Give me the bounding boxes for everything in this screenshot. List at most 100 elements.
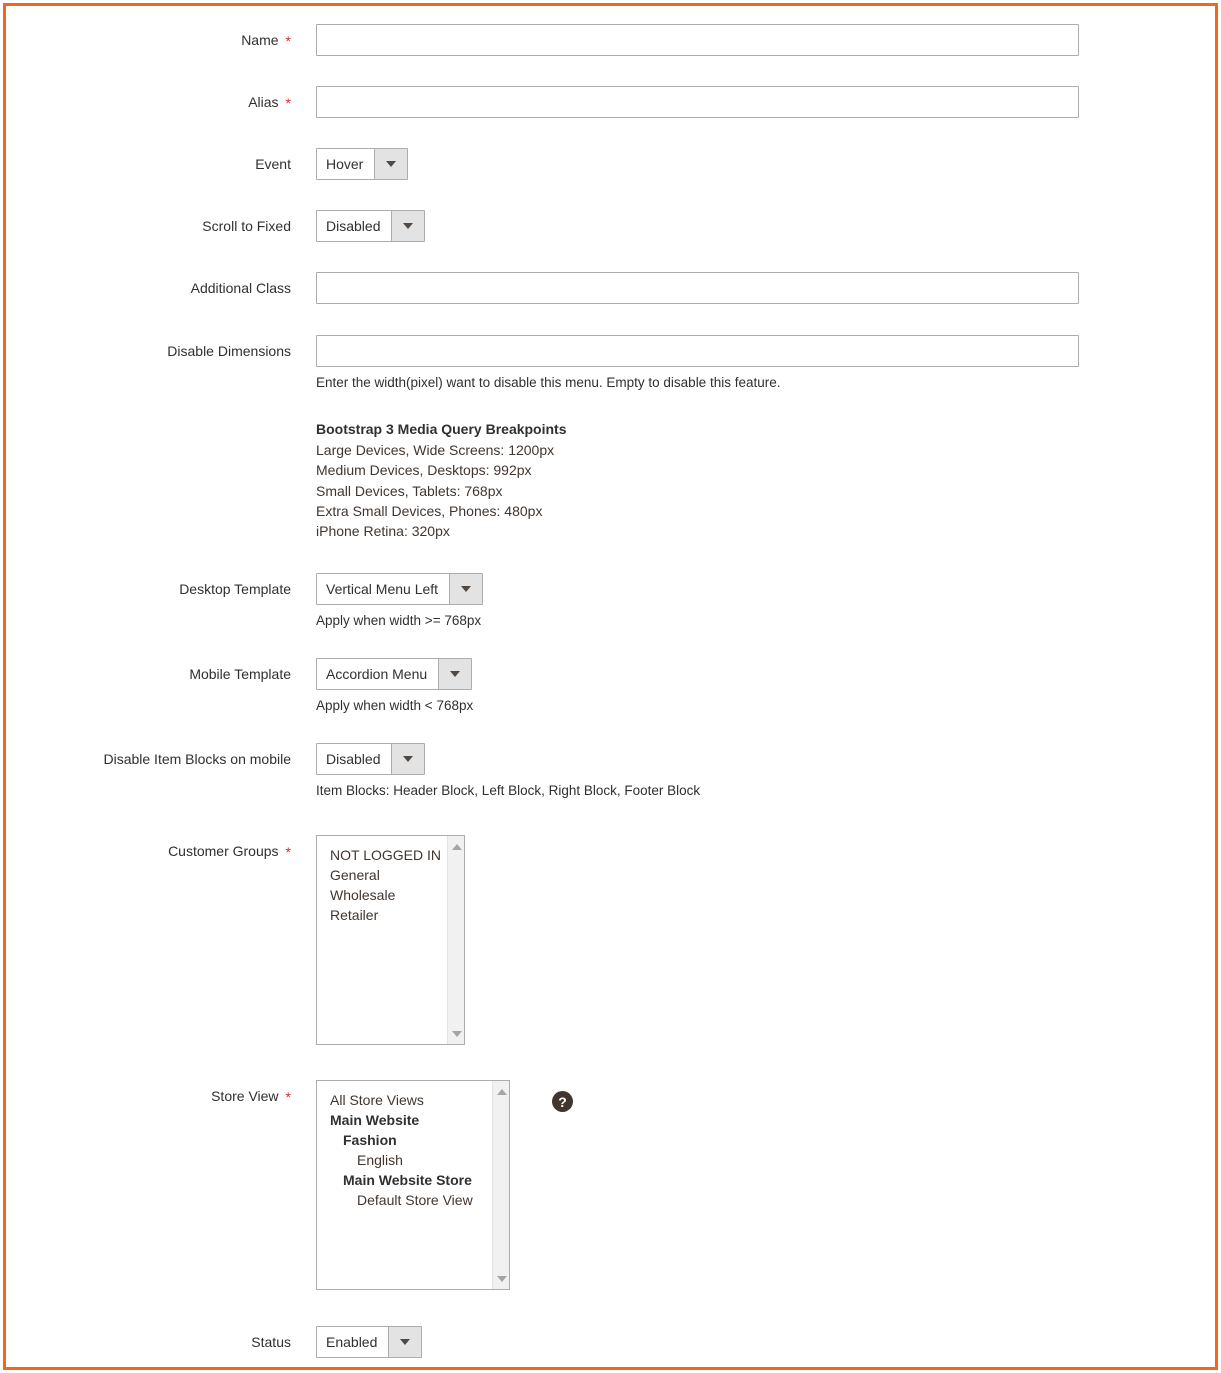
label-event: Event (6, 148, 291, 174)
desktop-template-select[interactable]: Vertical Menu Left (316, 572, 484, 605)
label-disable-dimensions-text: Disable Dimensions (167, 343, 291, 359)
scroll-up-arrow-icon[interactable] (448, 838, 464, 855)
disable-item-blocks-note: Item Blocks: Header Block, Left Block, R… (316, 783, 701, 799)
event-select-value: Hover (317, 149, 375, 179)
chevron-down-icon[interactable] (391, 744, 425, 775)
required-asterisk-customer-groups: * (285, 844, 291, 861)
label-disable-item-blocks: Disable Item Blocks on mobile (6, 743, 291, 769)
alias-input[interactable] (316, 86, 1079, 118)
additional-class-input[interactable] (316, 272, 1079, 304)
customer-groups-scrollbar[interactable] (447, 836, 464, 1045)
breakpoint-line: iPhone Retina: 320px (316, 523, 450, 540)
desktop-template-note: Apply when width >= 768px (316, 612, 482, 628)
required-asterisk-store-view: * (285, 1089, 291, 1106)
label-customer-groups: Customer Groups * (6, 835, 291, 861)
page-frame: Name * Alias * Event Hover Scroll to Fix… (3, 3, 1218, 1370)
field-row-store-view: Store View * All Store Views Main Website… (6, 1080, 1215, 1291)
label-event-text: Event (255, 156, 291, 172)
customer-groups-options: NOT LOGGED IN General Wholesale Retailer (317, 836, 446, 1044)
disable-dimensions-input[interactable] (316, 335, 1079, 367)
control-disable-item-blocks: Disabled Item Blocks: Header Block, Left… (291, 743, 1215, 801)
scroll-down-arrow-icon[interactable] (448, 1025, 464, 1042)
control-desktop-template: Vertical Menu Left Apply when width >= 7… (291, 572, 1215, 631)
label-desktop-template-text: Desktop Template (179, 580, 291, 597)
control-name (291, 24, 1215, 56)
disable-item-blocks-select[interactable]: Disabled (316, 743, 426, 776)
chevron-down-icon[interactable] (449, 573, 483, 604)
field-row-status: Status Enabled (6, 1326, 1215, 1359)
mobile-template-select[interactable]: Accordion Menu (316, 657, 473, 690)
disable-dimensions-note: Enter the width(pixel) want to disable t… (316, 375, 781, 390)
status-select[interactable]: Enabled (316, 1326, 423, 1359)
field-row-name: Name * (6, 24, 1215, 56)
field-row-alias: Alias * (6, 86, 1215, 118)
list-item[interactable]: Default Store View (330, 1190, 491, 1210)
required-asterisk-name: * (285, 33, 291, 49)
field-row-customer-groups: Customer Groups * NOT LOGGED IN General W… (6, 835, 1215, 1046)
list-item[interactable]: English (330, 1150, 491, 1170)
breakpoints-info: Bootstrap 3 Media Query Breakpoints Larg… (316, 419, 1215, 542)
breakpoint-line: Large Devices, Wide Screens: 1200px (316, 442, 555, 459)
label-name-text: Name (241, 32, 279, 48)
list-item[interactable]: Main Website (330, 1110, 491, 1130)
store-view-scrollbar[interactable] (492, 1081, 509, 1290)
list-item[interactable]: NOT LOGGED IN (330, 845, 446, 865)
control-mobile-template: Accordion Menu Apply when width < 768px (291, 657, 1215, 716)
store-view-options: All Store Views Main Website Fashion Eng… (317, 1081, 491, 1289)
field-row-scroll-to-fixed: Scroll to Fixed Disabled (6, 210, 1215, 242)
menu-settings-form: Name * Alias * Event Hover Scroll to Fix… (6, 6, 1215, 1367)
scroll-to-fixed-select-value: Disabled (317, 211, 392, 241)
list-item[interactable]: All Store Views (330, 1090, 491, 1110)
label-additional-class: Additional Class (6, 272, 291, 298)
label-mobile-template-text: Mobile Template (189, 665, 291, 682)
field-row-event: Event Hover (6, 148, 1215, 180)
scroll-up-arrow-icon[interactable] (493, 1083, 509, 1100)
control-alias (291, 86, 1215, 118)
control-event: Hover (291, 148, 1215, 180)
list-item[interactable]: Fashion (330, 1130, 491, 1150)
label-additional-class-text: Additional Class (190, 280, 291, 296)
field-row-disable-dimensions: Disable Dimensions Enter the width(pixel… (6, 335, 1215, 542)
list-item[interactable]: Main Website Store (330, 1170, 491, 1190)
label-disable-dimensions: Disable Dimensions (6, 335, 291, 361)
chevron-down-icon[interactable] (391, 211, 425, 241)
label-store-view: Store View * (6, 1080, 291, 1106)
status-select-value: Enabled (317, 1327, 389, 1358)
chevron-down-icon[interactable] (374, 149, 408, 179)
chevron-down-icon[interactable] (388, 1327, 422, 1358)
label-status-text: Status (251, 1334, 291, 1351)
scroll-down-arrow-icon[interactable] (493, 1270, 509, 1287)
field-row-desktop-template: Desktop Template Vertical Menu Left Appl… (6, 572, 1215, 631)
list-item[interactable]: Retailer (330, 905, 446, 925)
breakpoints-title: Bootstrap 3 Media Query Breakpoints (316, 420, 567, 437)
label-customer-groups-text: Customer Groups (168, 843, 279, 860)
question-mark-icon[interactable]: ? (552, 1091, 573, 1113)
scroll-to-fixed-select[interactable]: Disabled (316, 210, 426, 242)
label-desktop-template: Desktop Template (6, 573, 291, 599)
label-mobile-template: Mobile Template (6, 658, 291, 684)
control-additional-class (291, 272, 1215, 304)
event-select[interactable]: Hover (316, 148, 409, 180)
control-status: Enabled (291, 1326, 1215, 1359)
list-item[interactable]: Wholesale (330, 885, 446, 905)
label-alias-text: Alias (248, 94, 279, 110)
label-name: Name * (6, 24, 291, 50)
label-store-view-text: Store View (211, 1088, 279, 1105)
label-alias: Alias * (6, 86, 291, 112)
mobile-template-note: Apply when width < 768px (316, 697, 474, 713)
label-status: Status (6, 1326, 291, 1352)
required-asterisk-alias: * (285, 95, 291, 111)
breakpoint-line: Extra Small Devices, Phones: 480px (316, 503, 543, 520)
store-view-listbox[interactable]: All Store Views Main Website Fashion Eng… (316, 1080, 510, 1291)
disable-item-blocks-select-value: Disabled (317, 744, 392, 775)
control-store-view: All Store Views Main Website Fashion Eng… (291, 1080, 1215, 1291)
name-input[interactable] (316, 24, 1079, 56)
chevron-down-icon[interactable] (438, 658, 472, 689)
customer-groups-listbox[interactable]: NOT LOGGED IN General Wholesale Retailer (316, 835, 465, 1046)
label-scroll-to-fixed: Scroll to Fixed (6, 210, 291, 236)
list-item[interactable]: General (330, 865, 446, 885)
field-row-disable-item-blocks: Disable Item Blocks on mobile Disabled I… (6, 743, 1215, 801)
control-disable-dimensions: Enter the width(pixel) want to disable t… (291, 335, 1215, 542)
desktop-template-select-value: Vertical Menu Left (317, 573, 450, 604)
field-row-mobile-template: Mobile Template Accordion Menu Apply whe… (6, 657, 1215, 716)
